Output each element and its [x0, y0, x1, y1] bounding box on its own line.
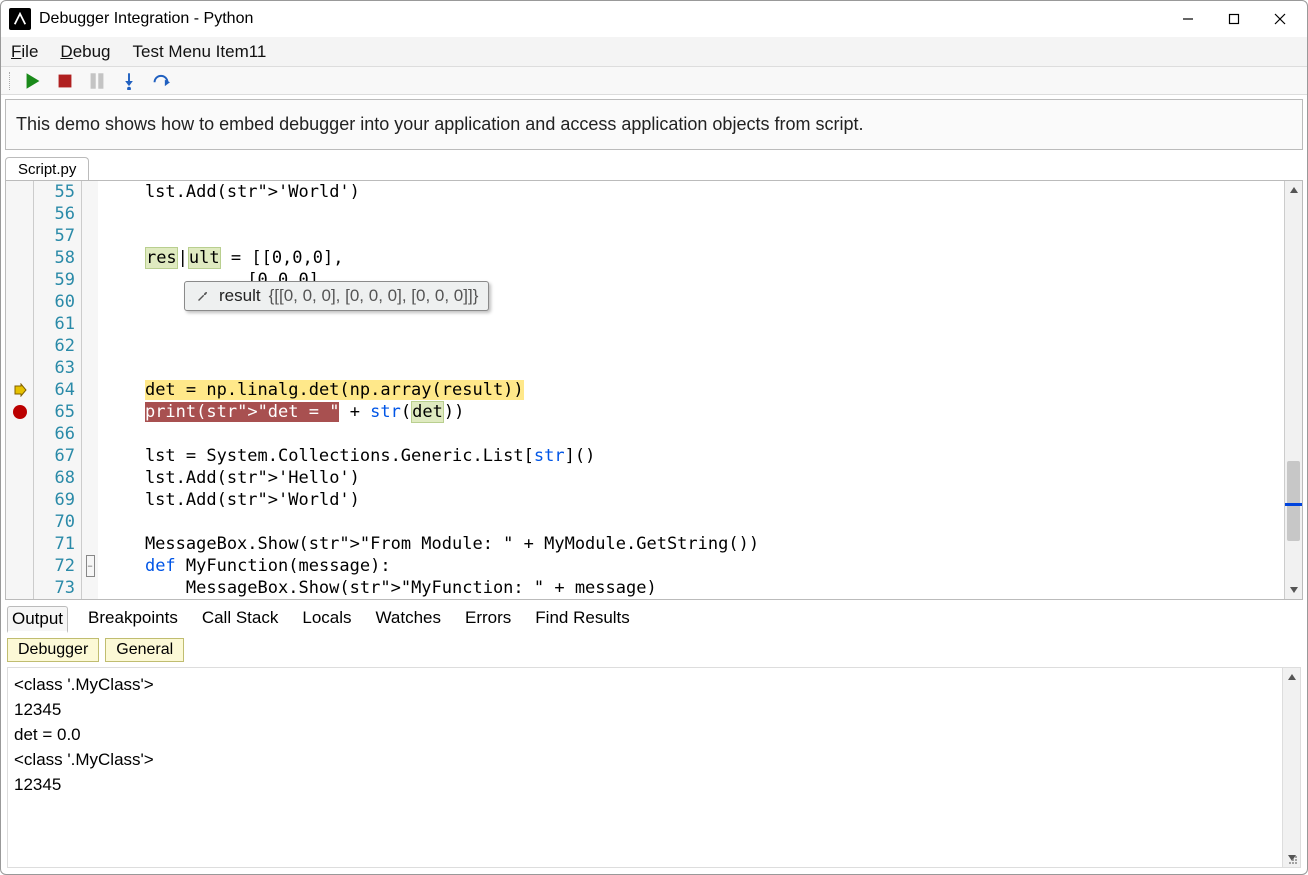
minimize-button[interactable] — [1165, 3, 1211, 35]
debug-tooltip: result {[[0, 0, 0], [0, 0, 0], [0, 0, 0]… — [184, 281, 489, 311]
close-button[interactable] — [1257, 3, 1303, 35]
subtab-general[interactable]: General — [105, 638, 184, 662]
step-into-icon[interactable] — [120, 72, 138, 90]
step-over-icon[interactable] — [152, 72, 170, 90]
scrollbar-mark — [1285, 503, 1302, 506]
maximize-button[interactable] — [1211, 3, 1257, 35]
output-text[interactable]: <class '.MyClass'> 12345 det = 0.0 <clas… — [8, 668, 1300, 867]
output-scrollbar[interactable] — [1282, 668, 1300, 867]
window-title: Debugger Integration - Python — [39, 10, 1165, 28]
stop-icon[interactable] — [56, 72, 74, 90]
titlebar: Debugger Integration - Python — [1, 1, 1307, 37]
pause-icon — [88, 72, 106, 90]
toolbar — [1, 67, 1307, 95]
output-subtabs: DebuggerGeneral — [1, 635, 1307, 665]
tooltip-name: result — [219, 286, 261, 306]
run-icon[interactable] — [24, 72, 42, 90]
menu-test[interactable]: Test Menu Item11 — [133, 42, 267, 62]
menubar: File Debug Test Menu Item11 — [1, 37, 1307, 67]
app-icon — [9, 8, 31, 30]
menu-debug[interactable]: Debug — [60, 42, 110, 62]
tooltip-value: {[[0, 0, 0], [0, 0, 0], [0, 0, 0]]} — [269, 286, 479, 306]
bottom-tabs: Output Breakpoints Call Stack Locals Watches… — [1, 600, 1307, 635]
bottom-tab-find-results[interactable]: Find Results — [531, 606, 633, 633]
editor-scrollbar[interactable] — [1284, 181, 1302, 599]
output-panel: <class '.MyClass'> 12345 det = 0.0 <clas… — [7, 667, 1301, 868]
resize-grip-icon[interactable] — [1288, 855, 1298, 865]
menu-file[interactable]: File — [11, 42, 38, 62]
subtab-debugger[interactable]: Debugger — [7, 638, 99, 662]
code-editor[interactable]: 55565758596061626364656667686970717273 −… — [5, 180, 1303, 600]
wrench-icon — [195, 288, 211, 304]
scrollbar-thumb[interactable] — [1287, 461, 1300, 541]
info-bar: This demo shows how to embed debugger in… — [5, 99, 1303, 150]
bottom-tab-locals[interactable]: Locals — [298, 606, 355, 633]
file-tab-script[interactable]: Script.py — [5, 157, 89, 180]
bottom-tab-output[interactable]: Output — [7, 606, 68, 633]
bottom-tab-breakpoints[interactable]: Breakpoints — [84, 606, 182, 633]
bottom-tab-errors[interactable]: Errors — [461, 606, 515, 633]
file-tabs: Script.py — [1, 154, 1307, 180]
bottom-tab-watches[interactable]: Watches — [372, 606, 446, 633]
bottom-tab-call-stack[interactable]: Call Stack — [198, 606, 283, 633]
